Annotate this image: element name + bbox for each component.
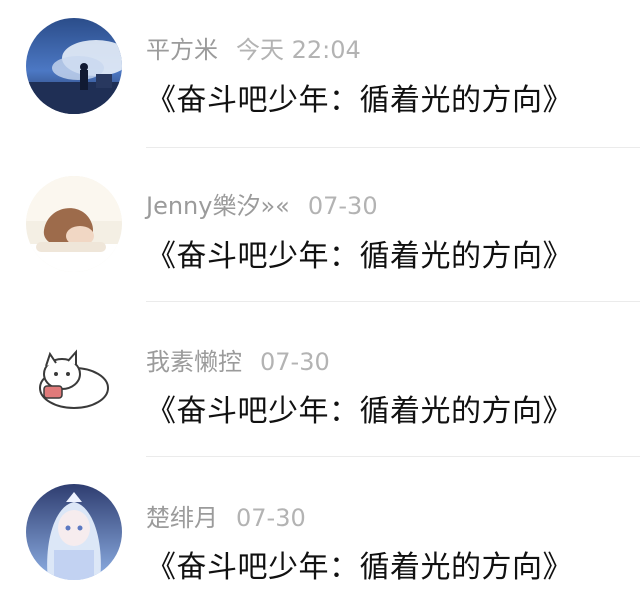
comment-item[interactable]: 楚绯月 07-30 《奋斗吧少年：循着光的方向》 bbox=[0, 456, 640, 596]
comment-meta: 楚绯月 07-30 bbox=[146, 498, 306, 533]
comment-text: 《奋斗吧少年：循着光的方向》 bbox=[146, 550, 573, 585]
comment-text: 《奋斗吧少年：循着光的方向》 bbox=[146, 239, 573, 274]
timestamp: 今天 22:04 bbox=[236, 36, 361, 64]
comment-text: 《奋斗吧少年：循着光的方向》 bbox=[146, 83, 573, 118]
comment-list: 平方米 今天 22:04 《奋斗吧少年：循着光的方向》 Jenny樂汐»« 07-3… bbox=[0, 0, 640, 596]
username[interactable]: Jenny樂汐»« bbox=[146, 192, 290, 220]
username[interactable]: 楚绯月 bbox=[146, 504, 218, 532]
avatar-image-icon bbox=[26, 176, 122, 272]
comment-item[interactable]: 我素懒控 07-30 《奋斗吧少年：循着光的方向》 bbox=[0, 302, 640, 458]
comment-item[interactable]: 平方米 今天 22:04 《奋斗吧少年：循着光的方向》 bbox=[0, 0, 640, 156]
timestamp: 07-30 bbox=[307, 192, 378, 220]
comment-meta: Jenny樂汐»« 07-30 bbox=[146, 186, 378, 221]
username[interactable]: 我素懒控 bbox=[146, 348, 242, 376]
comment-item[interactable]: Jenny樂汐»« 07-30 《奋斗吧少年：循着光的方向》 bbox=[0, 148, 640, 304]
comment-meta: 我素懒控 07-30 bbox=[146, 342, 330, 377]
comment-meta: 平方米 今天 22:04 bbox=[146, 30, 361, 65]
username[interactable]: 平方米 bbox=[146, 36, 218, 64]
comment-text: 《奋斗吧少年：循着光的方向》 bbox=[146, 394, 573, 429]
avatar-image-icon bbox=[26, 330, 122, 426]
anime-girl-avatar[interactable] bbox=[26, 484, 122, 580]
sleeping-girl-avatar[interactable] bbox=[26, 176, 122, 272]
avatar-image-icon bbox=[26, 484, 122, 580]
timestamp: 07-30 bbox=[236, 504, 306, 532]
avatar-image-icon bbox=[26, 18, 122, 114]
timestamp: 07-30 bbox=[260, 348, 330, 376]
night-sky-figure-avatar[interactable] bbox=[26, 18, 122, 114]
white-cat-phone-avatar[interactable] bbox=[26, 330, 122, 426]
